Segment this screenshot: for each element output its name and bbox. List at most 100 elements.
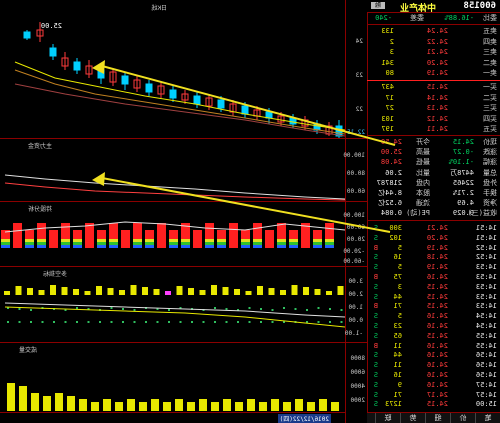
stat-label: 现价 [483, 138, 497, 146]
tick-row: 14:51 24.20 102 S [367, 234, 500, 243]
stat-label: 今开 [416, 138, 430, 146]
tick-row: 14:55 24.16 11 B [367, 342, 500, 351]
holding-chart[interactable] [0, 202, 345, 266]
order-volume: 437 [381, 83, 394, 91]
buy-level-5[interactable]: 买五 24.11 197 [367, 125, 500, 134]
vol-axis-3: 2000 [350, 397, 365, 404]
tick-row: 14:54 24.16 23 S [367, 322, 500, 331]
sell-level-4[interactable]: 卖二 24.20 341 [367, 59, 500, 68]
tick-row: 14:51 24.21 300 S [367, 224, 500, 233]
tick-volume: 5 [397, 243, 402, 252]
tick-price: 24.19 [426, 243, 448, 252]
commission-ratio-value: -16.88% [444, 14, 474, 22]
sell-level-1[interactable]: 卖五 24.24 133 [367, 27, 500, 36]
tick-row: 14:54 24.16 5 S [367, 312, 500, 321]
stat-value: 8.44亿 [378, 189, 402, 197]
sell-level-5[interactable]: 卖一 24.19 80 [367, 69, 500, 78]
margin-badge: 融 [371, 2, 385, 9]
buy-level-1[interactable]: 买一 24.15 437 [367, 83, 500, 92]
stat-label: 外盘 [483, 178, 497, 187]
order-volume: 27 [385, 104, 394, 112]
stat-label: 量比 [416, 168, 430, 177]
tick-price: 24.15 [426, 400, 448, 409]
stock-title-bar: 600158 中体产业 融 [367, 0, 500, 14]
tick-direction: S [373, 224, 378, 232]
vol-axis-1: 6000 [350, 369, 365, 376]
order-volume: 80 [385, 69, 394, 77]
buy-level-2[interactable]: 买二 24.14 17 [367, 94, 500, 103]
stat-label: 流通 [416, 199, 430, 208]
tick-volume: 5 [397, 263, 402, 272]
order-volume: 3 [389, 48, 394, 56]
tick-volume: 44 [393, 351, 402, 360]
tick-time: 14:56 [475, 371, 497, 379]
stat-label: 总量 [483, 168, 497, 177]
quote-tab[interactable]: 笔 [475, 413, 500, 423]
chart-area[interactable]: 日K线 24 23 22 22.15 25.00 主力资金 100.00 80.… [0, 0, 367, 423]
tick-price: 24.20 [426, 233, 448, 242]
quote-tab[interactable]: 价 [450, 413, 475, 423]
stat-value: 25.00 [380, 148, 402, 157]
sell-level-2[interactable]: 卖四 24.22 2 [367, 38, 500, 47]
candlestick-chart[interactable] [0, 0, 345, 138]
tick-price: 24.16 [426, 322, 448, 330]
stat-label: 内盘 [416, 178, 430, 187]
stat-value: 24.08 [380, 158, 402, 167]
tick-volume: 71 [393, 390, 402, 399]
ls-axis-1: 2.00 [348, 291, 363, 298]
order-volume: 133 [381, 27, 394, 35]
stat-value: 4478万 [450, 168, 474, 177]
tick-time: 14:53 [475, 263, 497, 272]
stat-value: 24.15 [452, 138, 474, 146]
quote-panel: 600158 中体产业 融 委比 -16.88% 委差 -240 卖五 24.24… [367, 0, 500, 423]
commission-diff-value: -240 [375, 14, 392, 22]
tick-row: 14:57 24.16 9 S [367, 381, 500, 390]
fund-axis-1: 80.00 [346, 170, 365, 177]
price-axis-22: 22 [355, 106, 363, 113]
tick-row: 14:53 24.19 5 S [367, 263, 500, 272]
tick-direction: S [373, 361, 378, 370]
tick-time: 14:52 [475, 253, 497, 262]
tick-price: 24.16 [426, 380, 448, 389]
quote-tabs: 笔价细势联 [367, 412, 500, 423]
order-level-label: 买三 [483, 104, 497, 112]
buy-level-4[interactable]: 买四 24.12 103 [367, 115, 500, 124]
volume-chart[interactable] [0, 343, 345, 413]
stat-label: 换手 [483, 189, 497, 197]
long-short-chart[interactable] [0, 267, 345, 342]
tick-direction: S [373, 292, 378, 301]
order-level-label: 卖二 [483, 58, 497, 67]
tick-price: 24.16 [426, 351, 448, 360]
fund-flow-chart[interactable] [0, 139, 345, 201]
tick-direction: B [373, 243, 378, 252]
buy-level-3[interactable]: 买三 24.13 27 [367, 104, 500, 113]
stat-value: 22465 [452, 178, 474, 187]
stock-name[interactable]: 中体产业 [400, 1, 436, 14]
tick-price: 24.21 [426, 224, 448, 232]
stat-row: 净资 4.69 流通 6.52亿 [367, 199, 500, 208]
stat-value: 0.029 [452, 209, 474, 218]
stat-label: PE(动) [406, 209, 430, 218]
quote-tab[interactable]: 细 [425, 413, 450, 423]
quote-tab[interactable]: 势 [400, 413, 425, 423]
tick-direction: B [373, 273, 378, 281]
tick-time: 14:56 [475, 351, 497, 360]
tick-price: 24.15 [426, 331, 448, 340]
order-level-label: 买一 [483, 83, 497, 91]
stat-label: 最高 [416, 148, 430, 157]
sell-level-3[interactable]: 卖三 24.21 3 [367, 48, 500, 57]
order-volume: 103 [381, 114, 394, 123]
tick-time: 14:53 [475, 302, 497, 311]
tick-direction: S [373, 380, 378, 389]
quote-tab[interactable]: 联 [375, 413, 400, 423]
stat-value: -1.10% [448, 158, 474, 167]
stat-row: 现价 24.15 今开 24.50 [367, 138, 500, 147]
hold-axis-0: 100.00 [343, 212, 365, 219]
tick-time: 14:57 [475, 380, 497, 389]
tick-row: 14:56 24.16 44 S [367, 351, 500, 360]
stock-code[interactable]: 600158 [463, 1, 496, 11]
tick-row: 14:53 24.16 75 B [367, 273, 500, 282]
hold-axis-2: 20.00 [346, 236, 365, 243]
order-price: 24.19 [426, 69, 448, 77]
order-level-label: 卖五 [483, 27, 497, 35]
